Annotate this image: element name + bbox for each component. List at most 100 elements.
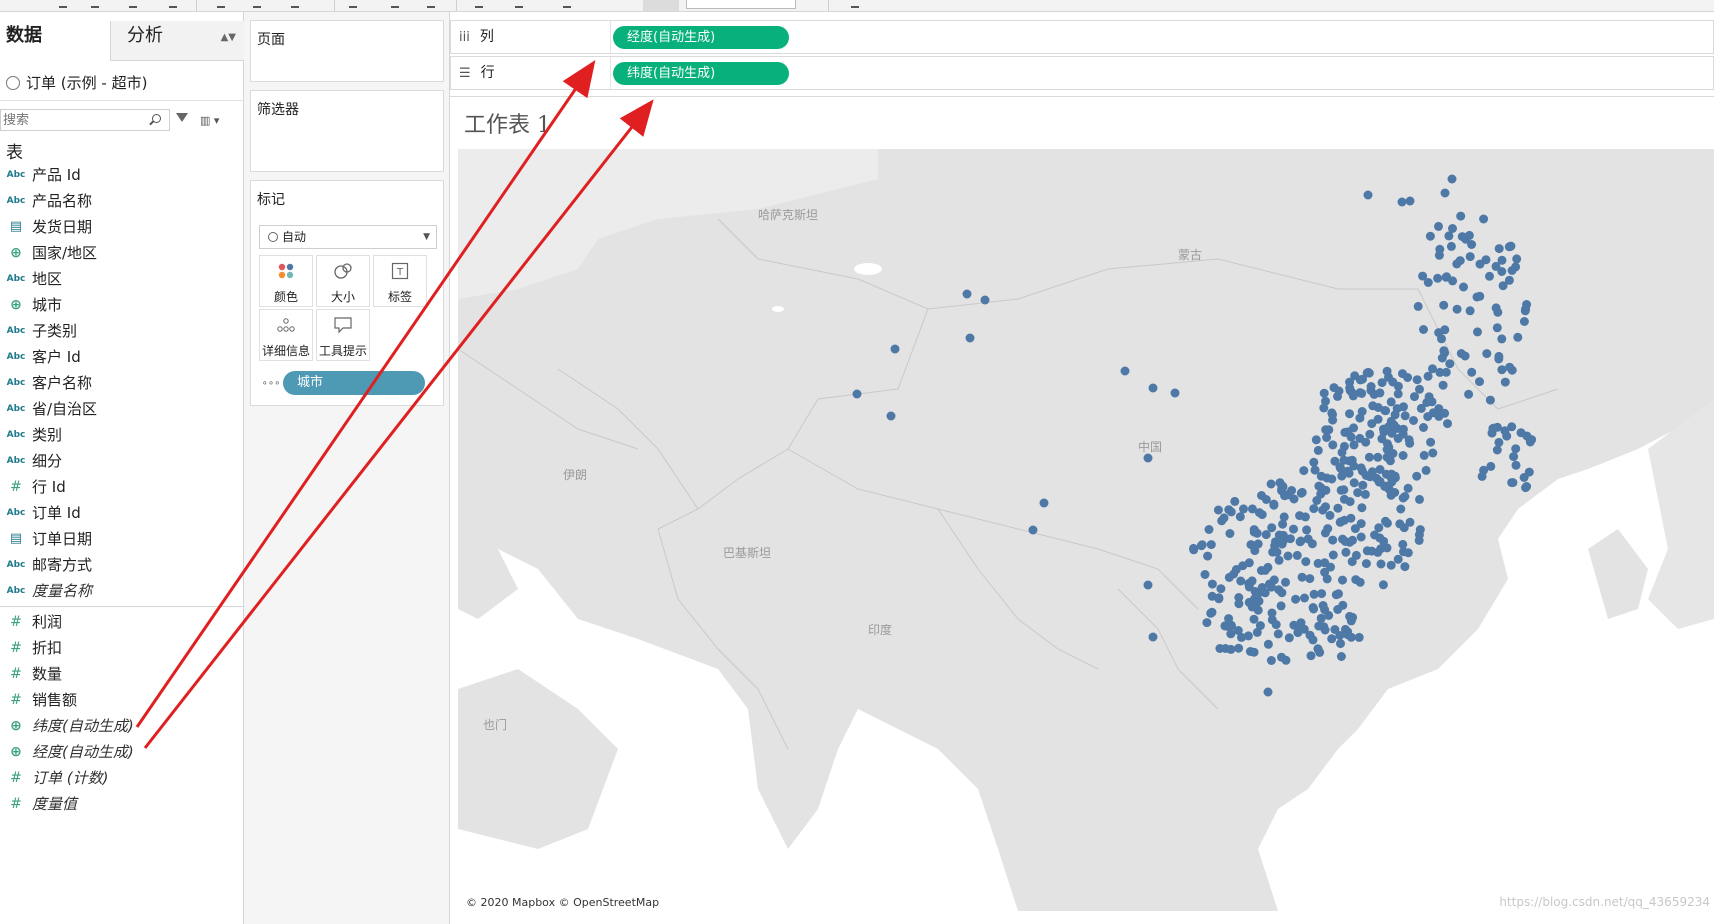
city-point[interactable]: [1303, 534, 1313, 544]
city-point[interactable]: [1437, 334, 1446, 344]
city-point[interactable]: [1336, 652, 1346, 661]
city-point[interactable]: [1356, 519, 1366, 529]
size-button[interactable]: 大小: [316, 255, 370, 307]
city-point[interactable]: [1230, 496, 1240, 506]
city-point[interactable]: [1291, 594, 1301, 604]
city-point[interactable]: [1357, 503, 1367, 513]
latitude-pill[interactable]: 纬度(自动生成): [613, 62, 789, 85]
city-point[interactable]: [1465, 306, 1475, 316]
city-point[interactable]: [1200, 570, 1210, 579]
field-item[interactable]: ▤ 发货日期: [0, 214, 244, 240]
city-point[interactable]: [1269, 500, 1279, 510]
field-item[interactable]: Abc 产品 Id: [0, 162, 244, 188]
city-point[interactable]: [1328, 440, 1338, 450]
city-point[interactable]: [1296, 618, 1306, 628]
city-point[interactable]: [1378, 580, 1388, 590]
rows-shelf[interactable]: ☰ 行 纬度(自动生成): [450, 56, 1714, 90]
city-point[interactable]: [1257, 491, 1266, 500]
columns-shelf[interactable]: iii 列 经度(自动生成): [450, 20, 1714, 54]
city-point[interactable]: [1318, 505, 1328, 515]
city-point[interactable]: [1467, 367, 1477, 377]
city-point[interactable]: [1418, 271, 1428, 281]
city-point[interactable]: [1266, 479, 1276, 489]
city-point[interactable]: [1361, 559, 1371, 569]
city-point[interactable]: [1341, 547, 1351, 557]
city-point[interactable]: [1276, 601, 1286, 611]
city-point[interactable]: [1305, 574, 1315, 584]
city-point[interactable]: [1504, 242, 1514, 252]
field-item[interactable]: Abc 度量名称: [0, 578, 244, 604]
city-point[interactable]: [1274, 555, 1284, 565]
city-point[interactable]: [1439, 300, 1449, 310]
group-icon[interactable]: [424, 0, 438, 10]
map-attribution[interactable]: © 2020 Mapbox © OpenStreetMap: [466, 896, 659, 909]
city-point[interactable]: [1349, 423, 1359, 433]
city-point[interactable]: [1330, 456, 1340, 466]
city-point[interactable]: [1295, 537, 1305, 547]
city-point[interactable]: [1398, 493, 1408, 503]
city-point[interactable]: [1297, 572, 1307, 582]
city-point[interactable]: [1414, 530, 1424, 540]
sort-ascending-icon[interactable]: [288, 0, 302, 10]
worksheet-title[interactable]: 工作表 1: [464, 107, 551, 139]
city-point[interactable]: [1214, 594, 1224, 604]
city-point[interactable]: [1492, 323, 1502, 333]
city-point[interactable]: [1361, 437, 1371, 447]
city-point[interactable]: [1224, 572, 1234, 582]
filter-icon[interactable]: [176, 113, 188, 122]
city-point[interactable]: [1494, 437, 1504, 447]
city-point[interactable]: [1339, 441, 1349, 451]
city-point[interactable]: [1249, 647, 1259, 657]
city-point[interactable]: [1320, 625, 1330, 635]
city-point[interactable]: [1224, 614, 1234, 624]
sort-descending-icon[interactable]: [346, 0, 360, 10]
city-point[interactable]: [890, 344, 900, 354]
city-point[interactable]: [1392, 404, 1402, 414]
city-point[interactable]: [1364, 452, 1374, 462]
city-point[interactable]: [1473, 327, 1482, 337]
field-item[interactable]: Abc 客户 Id: [0, 344, 244, 370]
city-point[interactable]: [1252, 528, 1262, 538]
city-point[interactable]: [1497, 255, 1507, 265]
city-point[interactable]: [1465, 252, 1475, 262]
city-point[interactable]: [1509, 452, 1519, 462]
city-point[interactable]: [1306, 651, 1316, 661]
field-item[interactable]: # 订单 (计数): [0, 765, 244, 791]
city-point[interactable]: [1028, 525, 1038, 535]
city-point[interactable]: [1522, 300, 1532, 309]
city-point[interactable]: [1284, 633, 1294, 643]
city-point[interactable]: [965, 333, 975, 343]
view-options-icon[interactable]: ▥ ▾: [200, 114, 219, 127]
city-point[interactable]: [1513, 332, 1523, 342]
city-point[interactable]: [1349, 478, 1359, 488]
city-point[interactable]: [1274, 530, 1284, 540]
city-point[interactable]: [1271, 620, 1281, 630]
city-point[interactable]: [1226, 507, 1236, 517]
city-point[interactable]: [1333, 605, 1343, 614]
city-point[interactable]: [1328, 550, 1338, 560]
city-detail-pill[interactable]: 城市: [283, 371, 425, 395]
field-item[interactable]: Abc 订单 Id: [0, 500, 244, 526]
city-point[interactable]: [1206, 608, 1216, 618]
city-point[interactable]: [1424, 392, 1434, 402]
new-worksheet-icon[interactable]: [126, 0, 140, 10]
city-point[interactable]: [886, 411, 896, 421]
city-point[interactable]: [1320, 567, 1330, 577]
city-point[interactable]: [1472, 292, 1482, 302]
undo-icon[interactable]: [56, 0, 70, 10]
city-point[interactable]: [1322, 433, 1332, 442]
field-item[interactable]: # 折扣: [0, 635, 244, 661]
datasource[interactable]: 订单 (示例 - 超市): [6, 72, 147, 93]
city-point[interactable]: [1310, 465, 1320, 475]
city-point[interactable]: [1226, 629, 1236, 639]
city-point[interactable]: [1320, 605, 1330, 615]
city-point[interactable]: [1459, 282, 1468, 292]
city-point[interactable]: [1348, 612, 1358, 622]
city-point[interactable]: [1507, 478, 1517, 488]
city-point[interactable]: [1481, 255, 1491, 265]
city-point[interactable]: [1419, 450, 1429, 460]
city-point[interactable]: [1255, 587, 1265, 597]
city-point[interactable]: [1250, 546, 1260, 556]
city-point[interactable]: [1287, 486, 1297, 495]
field-item[interactable]: # 数量: [0, 661, 244, 687]
